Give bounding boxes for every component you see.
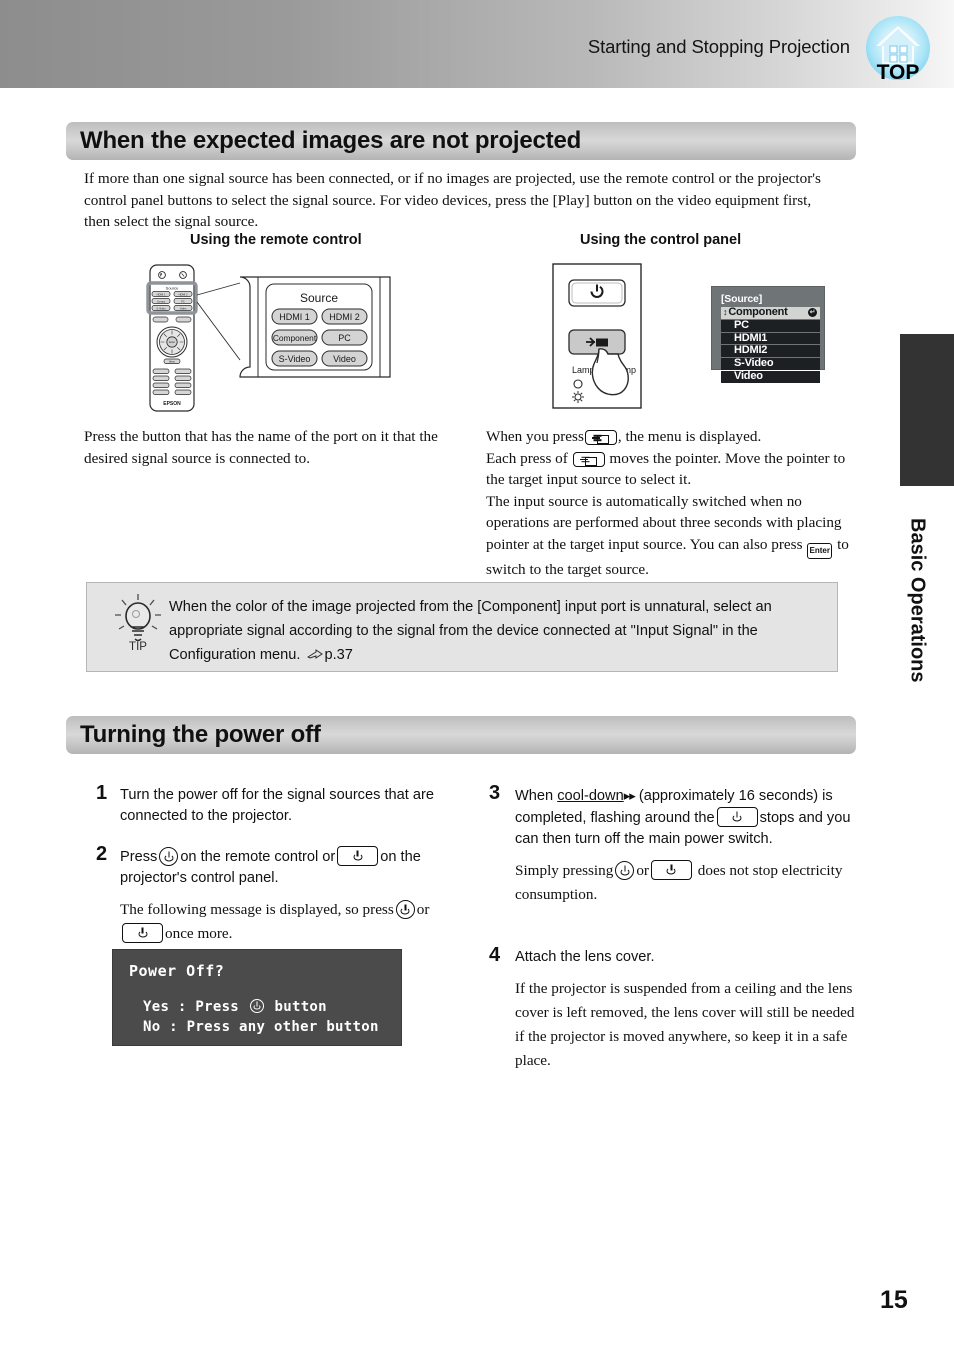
step-number: 1 — [96, 782, 108, 804]
pointing-hand-reference-icon — [306, 645, 323, 659]
step-text: Attach the lens cover. If the projector … — [515, 947, 864, 1073]
osd-item-component[interactable]: ↕Component ↵ — [721, 306, 820, 319]
tip-text: When the color of the image projected fr… — [169, 599, 772, 663]
osd-item-hdmi2[interactable]: HDMI2 — [721, 345, 820, 358]
svg-text:PC: PC — [181, 299, 185, 303]
updown-arrow-icon: ↕ — [723, 307, 728, 317]
top-badge[interactable]: TOP — [862, 16, 934, 92]
section-heading-text: Turning the power off — [80, 721, 321, 748]
glossary-marker-icon: ▸▸ — [623, 788, 636, 803]
osd-title: [Source] — [721, 293, 762, 305]
step-subtext: If the projector is suspended from a cei… — [515, 980, 855, 1069]
osd-item-svideo[interactable]: S-Video — [721, 357, 820, 370]
glossary-term[interactable]: cool-down — [557, 788, 624, 804]
side-tab-marker — [900, 334, 954, 486]
power-off-dialog: Power Off? Yes : Press button No : Press… — [112, 949, 402, 1046]
panel-instruction-text: When you press, the menu is displayed. E… — [486, 426, 856, 580]
enter-icon: ↵ — [808, 308, 817, 317]
power-button-icon — [249, 999, 264, 1013]
source-key-icon — [572, 451, 605, 467]
svg-text:Enter: Enter — [169, 341, 175, 344]
svg-text:PC: PC — [338, 333, 351, 343]
svg-text:Video: Video — [333, 354, 356, 364]
panel-power-button-icon — [337, 846, 379, 866]
svg-text:Source: Source — [166, 286, 179, 291]
intro-paragraph: If more than one signal source has been … — [84, 170, 821, 230]
section-heading-turning-power-off: Turning the power off — [66, 716, 856, 754]
svg-text:Source: Source — [300, 291, 338, 305]
subheading-using-remote-control: Using the remote control — [190, 232, 362, 248]
svg-text:Compo: Compo — [157, 299, 166, 303]
step-text: Turn the power off for the signal source… — [120, 787, 434, 824]
source-key-icon — [584, 430, 617, 445]
step-text: Press on the remote control or on the proj… — [120, 846, 476, 946]
dialog-option-no: No : Press any other button — [143, 1019, 379, 1035]
panel-text-line1: When you press, the menu is displayed. — [486, 428, 762, 445]
osd-item-video[interactable]: Video — [721, 370, 820, 383]
svg-text:Component: Component — [273, 333, 317, 343]
page-header: Starting and Stopping Projection — [0, 0, 954, 88]
remote-control-figure: Source HDMI 1 HDMI 2 Compo PC S-Video Video… — [140, 262, 410, 414]
panel-text-line2: Each press of moves the pointer. Move th… — [486, 449, 846, 489]
enter-key-icon: Enter — [807, 542, 833, 559]
osd-source-menu: [Source] ↕Component ↵ PC HDMI1 HDMI2 S-Vi… — [711, 286, 825, 383]
tip-box: TIP When the color of the image projecte… — [86, 582, 838, 672]
step-number: 3 — [489, 782, 501, 804]
svg-text:HDMI 1: HDMI 1 — [279, 312, 310, 322]
osd-item-list[interactable]: ↕Component ↵ PC HDMI1 HDMI2 S-Video Video — [721, 306, 820, 383]
remote-power-button-icon — [395, 900, 415, 919]
tip-reference[interactable]: p.37 — [325, 647, 353, 663]
step-number: 4 — [489, 944, 501, 966]
osd-item-pc[interactable]: PC — [721, 319, 820, 332]
step-subtext: The following message is displayed, so p… — [120, 900, 430, 943]
dialog-title: Power Off? — [129, 962, 225, 980]
section-heading-expected-images: When the expected images are not project… — [66, 122, 856, 160]
step-number: 2 — [96, 843, 108, 865]
svg-text:Lamp: Lamp — [572, 365, 595, 375]
side-tab-label: Basic Operations — [906, 517, 929, 683]
osd-item-hdmi1[interactable]: HDMI1 — [721, 332, 820, 345]
svg-text:HDMI 1: HDMI 1 — [157, 292, 166, 296]
svg-text:S-Video: S-Video — [279, 354, 311, 364]
svg-text:S-Video: S-Video — [156, 306, 166, 310]
svg-text:Video: Video — [180, 306, 187, 310]
panel-power-button-icon — [716, 807, 758, 827]
remote-power-button-icon — [615, 861, 635, 880]
page-number: 15 — [880, 1286, 908, 1314]
subheading-using-control-panel: Using the control panel — [580, 232, 742, 248]
dialog-option-yes: Yes : Press button — [143, 999, 327, 1015]
top-badge-label: TOP — [876, 61, 920, 84]
step-subtext: Simply pressing or does not stop electric… — [515, 860, 843, 903]
svg-text:Menu: Menu — [169, 360, 176, 363]
section-heading-text: When the expected images are not project… — [80, 127, 582, 154]
dialog-options: Yes : Press button No : Press any other … — [129, 997, 401, 1037]
remote-instruction-text: Press the button that has the name of th… — [84, 428, 438, 467]
panel-text-line3: The input source is automatically switch… — [486, 492, 849, 578]
panel-power-button-icon — [650, 860, 692, 880]
svg-text:EPSON: EPSON — [163, 401, 181, 407]
svg-text:HDMI 2: HDMI 2 — [329, 312, 360, 322]
remote-power-button-icon — [159, 847, 179, 866]
tip-label: TIP — [129, 641, 147, 653]
panel-power-button-icon — [122, 923, 163, 943]
svg-text:HDMI 2: HDMI 2 — [179, 292, 188, 296]
step-text: When cool-down▸▸ (approximately 16 secon… — [515, 785, 864, 907]
header-title: Starting and Stopping Projection — [587, 36, 850, 57]
